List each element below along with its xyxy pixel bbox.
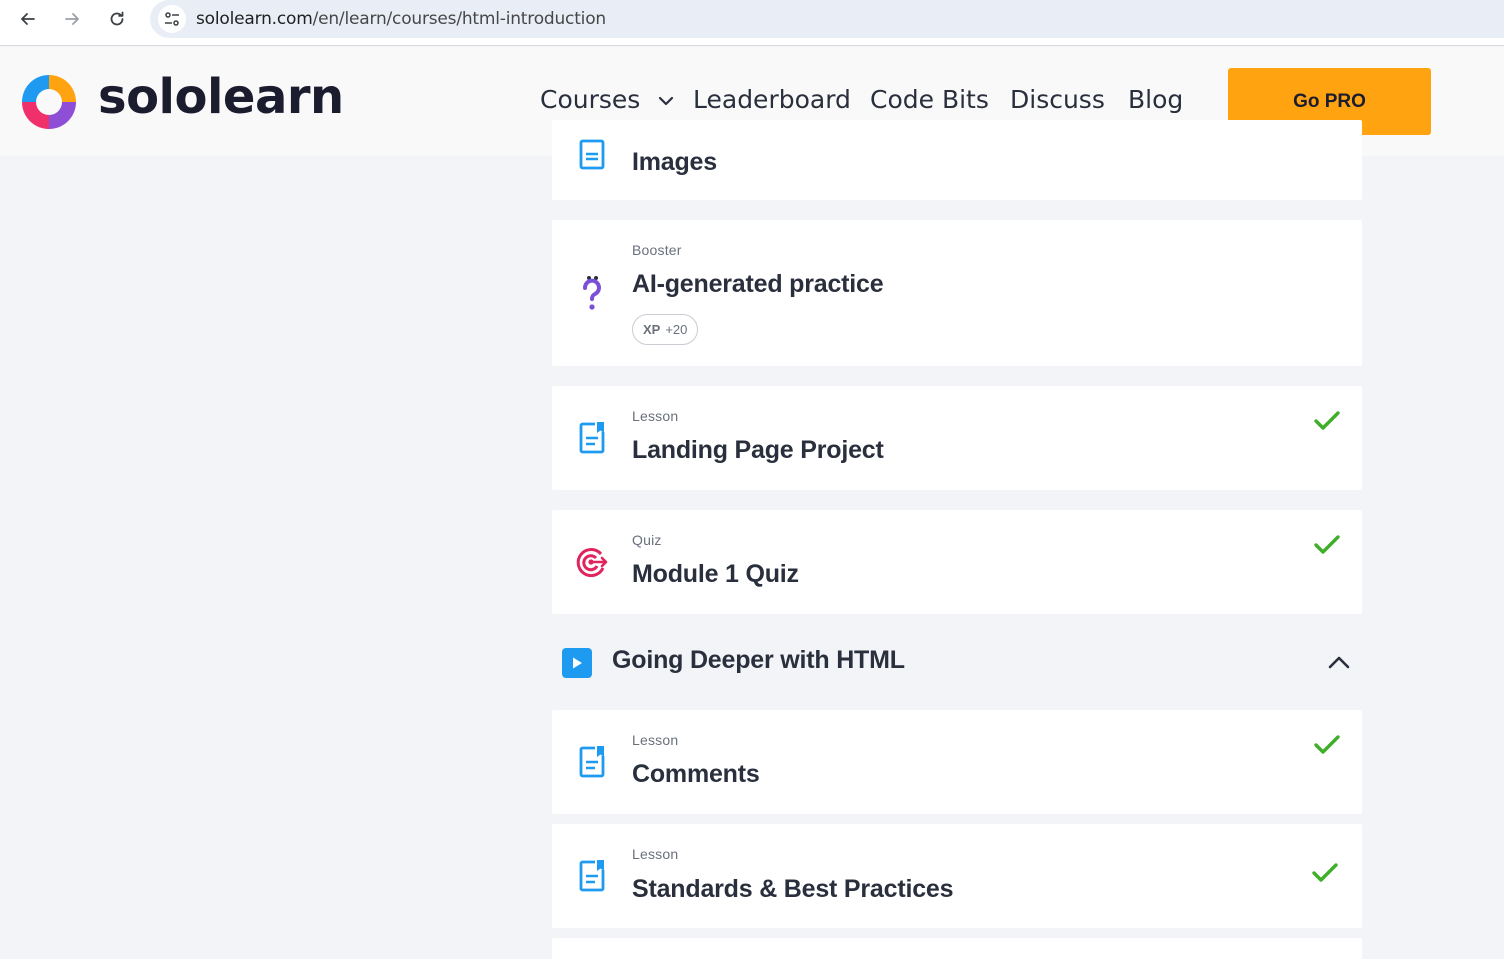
item-title: Comments (632, 760, 760, 788)
lesson-doc-icon (574, 420, 610, 456)
xp-label: XP (643, 322, 661, 337)
site-info-icon[interactable] (158, 5, 186, 33)
forward-arrow-icon[interactable] (57, 4, 87, 34)
url-text: sololearn.com/en/learn/courses/html-intr… (196, 9, 606, 29)
item-title: Module 1 Quiz (632, 560, 799, 588)
nav-code-bits[interactable]: Code Bits (870, 85, 989, 114)
nav-discuss[interactable]: Discuss (1010, 85, 1105, 114)
nav-courses-label: Courses (540, 85, 641, 114)
address-bar[interactable]: sololearn.com/en/learn/courses/html-intr… (150, 0, 1504, 38)
lesson-card-standards-best-practices[interactable]: Lesson Standards & Best Practices (552, 824, 1362, 928)
xp-value: +20 (665, 322, 688, 337)
item-kind: Lesson (632, 846, 679, 862)
question-mark-icon (574, 276, 610, 312)
url-path: /en/learn/courses/html-introduction (312, 9, 607, 29)
nav-blog[interactable]: Blog (1128, 85, 1183, 114)
nav-courses[interactable]: Courses (540, 85, 676, 114)
checkmark-icon (1312, 863, 1338, 882)
item-kind: Lesson (632, 408, 679, 424)
lesson-card-landing-page-project[interactable]: Lesson Landing Page Project (552, 386, 1362, 490)
module-section-header[interactable]: Going Deeper with HTML (552, 640, 1362, 684)
brand-name[interactable]: sololearn (98, 69, 344, 125)
target-icon (574, 544, 610, 580)
browser-toolbar: sololearn.com/en/learn/courses/html-intr… (0, 0, 1504, 46)
lesson-doc-icon (574, 858, 610, 894)
checkmark-icon (1314, 735, 1340, 754)
url-host: sololearn.com (196, 9, 313, 29)
quiz-card-module-1[interactable]: Quiz Module 1 Quiz (552, 510, 1362, 614)
item-title: Landing Page Project (632, 436, 884, 464)
section-title: Going Deeper with HTML (612, 646, 905, 674)
lesson-card-images[interactable]: Images (552, 120, 1362, 200)
checkmark-icon (1314, 535, 1340, 554)
lesson-card-comments[interactable]: Lesson Comments (552, 710, 1362, 814)
item-title: Standards & Best Practices (632, 875, 954, 903)
item-kind: Lesson (632, 732, 679, 748)
item-title: AI-generated practice (632, 270, 884, 298)
nav-leaderboard[interactable]: Leaderboard (693, 85, 851, 114)
lesson-doc-icon (574, 136, 610, 172)
play-icon (562, 648, 592, 678)
chevron-down-icon (659, 96, 674, 106)
booster-card[interactable]: Booster AI-generated practice XP +20 (552, 220, 1362, 366)
xp-badge: XP +20 (632, 314, 699, 345)
item-kind: Booster (632, 242, 682, 258)
reload-icon[interactable] (102, 4, 132, 34)
chevron-up-icon[interactable] (1326, 650, 1352, 676)
back-arrow-icon[interactable] (13, 4, 43, 34)
sololearn-logo-icon[interactable] (18, 71, 80, 133)
checkmark-icon (1314, 411, 1340, 430)
item-kind: Quiz (632, 532, 662, 548)
item-title: Images (632, 148, 717, 176)
lesson-doc-icon (574, 744, 610, 780)
next-card[interactable] (552, 938, 1362, 959)
